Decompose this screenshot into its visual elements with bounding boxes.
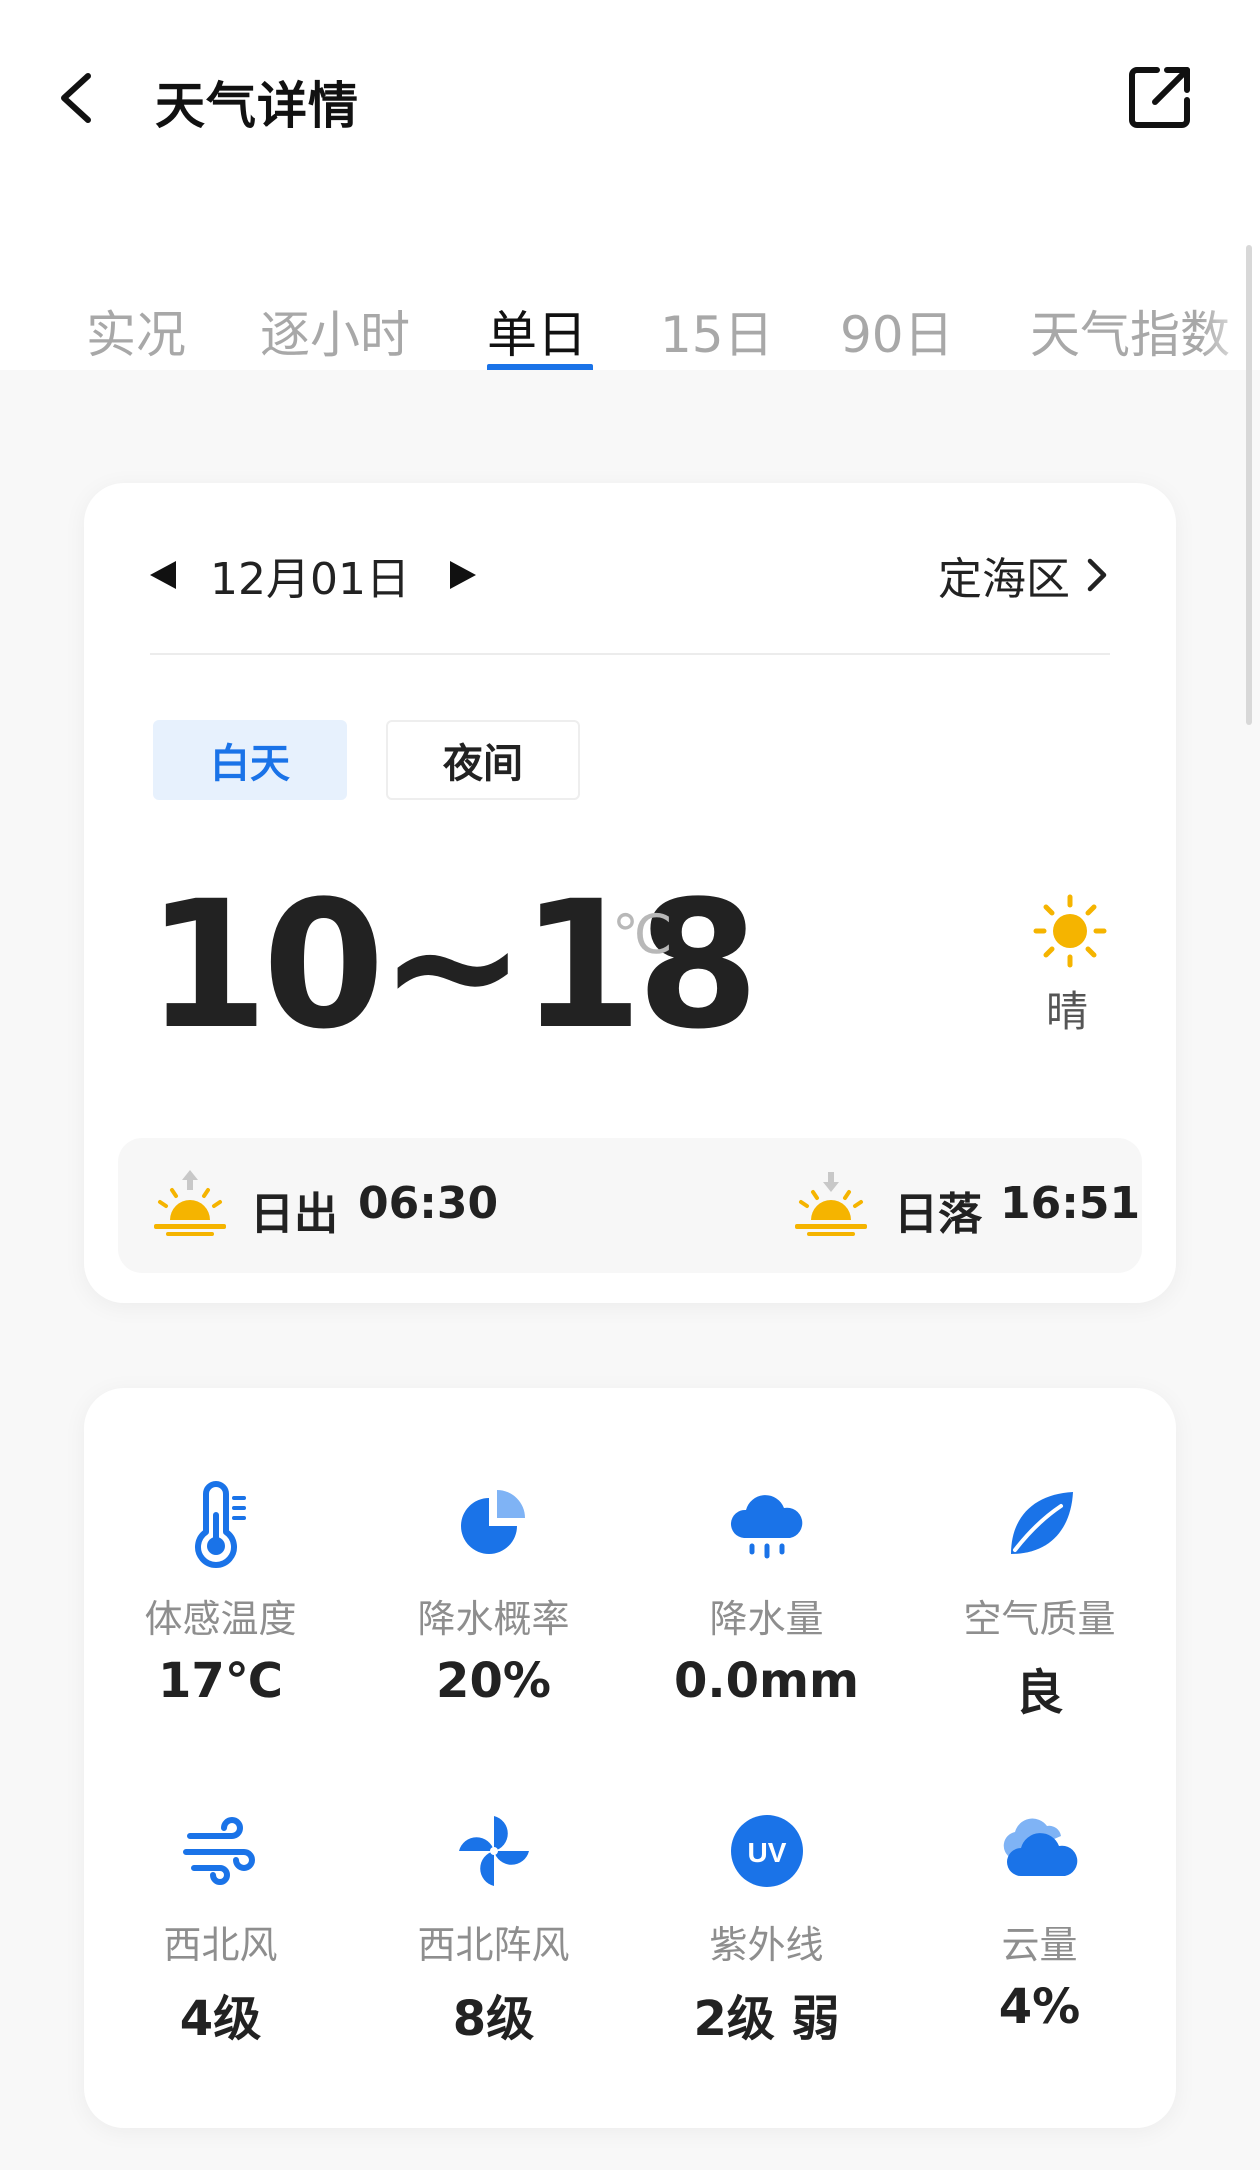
- sunset-time: 16:51: [1000, 1178, 1141, 1229]
- metric-cloud-cover: 云量 4%: [903, 1806, 1176, 2035]
- metric-value: 0.0mm: [673, 1653, 860, 1709]
- sunrise-time: 06:30: [358, 1178, 499, 1229]
- metric-wind: 西北风 4级: [84, 1806, 357, 2049]
- metric-label: 紫外线: [709, 1923, 824, 1967]
- tab-15-day[interactable]: 15日: [660, 295, 774, 367]
- metric-precip-probability: 降水概率 20%: [357, 1480, 630, 1709]
- cloud-icon: [1003, 1818, 1077, 1876]
- sunrise-label: 日出: [250, 1189, 338, 1240]
- location-label: 定海区: [938, 554, 1070, 605]
- metric-precipitation: 降水量 0.0mm: [630, 1480, 903, 1709]
- sunrise-sunset-bar: 日出 06:30 日落 16:51: [118, 1138, 1142, 1273]
- next-day-icon[interactable]: [449, 561, 476, 589]
- metric-value: 17℃: [158, 1653, 283, 1709]
- metric-label: 空气质量: [963, 1597, 1116, 1641]
- active-tab-indicator: [487, 364, 593, 370]
- segment-night-button[interactable]: 夜间: [386, 720, 580, 800]
- metric-value: 良: [1015, 1665, 1064, 1721]
- chevron-right-icon: [1087, 558, 1107, 592]
- temperature-unit: ℃: [612, 903, 673, 966]
- sunset-icon: [795, 1172, 867, 1236]
- uv-badge-text: UV: [747, 1837, 786, 1868]
- tab-90-day[interactable]: 90日: [840, 295, 954, 367]
- location-selector[interactable]: 定海区: [938, 545, 1110, 605]
- pinwheel-icon: [458, 1816, 529, 1886]
- scrollbar[interactable]: [1246, 245, 1252, 725]
- card-divider: [150, 653, 1110, 655]
- pie-chart-icon: [460, 1490, 525, 1554]
- metric-label: 西北风: [163, 1923, 278, 1967]
- tab-daily[interactable]: 单日: [487, 295, 587, 367]
- metric-air-quality: 空气质量 良: [903, 1480, 1176, 1723]
- weather-details-screen: 天气详情 实况 逐小时 单日 15日 90日 天气指数 12月01日 定海区 白…: [0, 0, 1260, 2170]
- date-navigator: 12月01日: [150, 545, 476, 605]
- metric-value: 20%: [436, 1653, 551, 1709]
- wind-icon: [182, 1817, 255, 1885]
- thermometer-icon: [194, 1481, 246, 1568]
- sunrise-icon: [154, 1170, 226, 1236]
- weather-metrics-card: 体感温度 17℃ 降水概率 20% 降水量 0.0mm 空气质量 良 西北风 4…: [84, 1388, 1176, 2128]
- metric-value: 8级: [452, 1991, 535, 2047]
- tab-bar: 实况 逐小时 单日 15日 90日 天气指数: [0, 200, 1260, 370]
- metric-feels-like: 体感温度 17℃: [84, 1480, 357, 1709]
- metric-gust: 西北阵风 8级: [357, 1806, 630, 2049]
- metric-label: 体感温度: [144, 1597, 297, 1641]
- metric-value: 4级: [179, 1991, 262, 2047]
- segment-day-button[interactable]: 白天: [153, 720, 347, 800]
- weather-condition: 晴: [1046, 987, 1089, 1036]
- rain-cloud-icon: [730, 1495, 802, 1559]
- external-link-icon[interactable]: [1125, 62, 1195, 132]
- sunset-label: 日落: [894, 1189, 982, 1240]
- metric-label: 降水量: [709, 1597, 824, 1641]
- leaf-icon: [1010, 1492, 1073, 1554]
- metric-value: 2级 弱: [693, 1991, 840, 2047]
- uv-icon: UV: [730, 1815, 803, 1887]
- tab-realtime[interactable]: 实况: [86, 295, 186, 367]
- chevron-left-icon[interactable]: [50, 68, 110, 128]
- page-title: 天气详情: [155, 77, 359, 135]
- sun-icon: [1033, 894, 1107, 968]
- metric-value: 4%: [998, 1979, 1081, 2035]
- metric-label: 西北阵风: [417, 1923, 570, 1967]
- metric-label: 降水概率: [417, 1597, 570, 1641]
- previous-day-icon[interactable]: [150, 561, 176, 589]
- date-label: 12月01日: [210, 554, 410, 605]
- metric-uv: UV 紫外线 2级 弱: [630, 1806, 903, 2049]
- top-bar: 天气详情: [0, 0, 1260, 200]
- metric-label: 云量: [1001, 1923, 1078, 1967]
- daily-summary-card: 12月01日 定海区 白天 夜间 10~18 ℃ 晴 日出 06:30 日落 1…: [84, 483, 1176, 1303]
- tab-hourly[interactable]: 逐小时: [260, 295, 410, 367]
